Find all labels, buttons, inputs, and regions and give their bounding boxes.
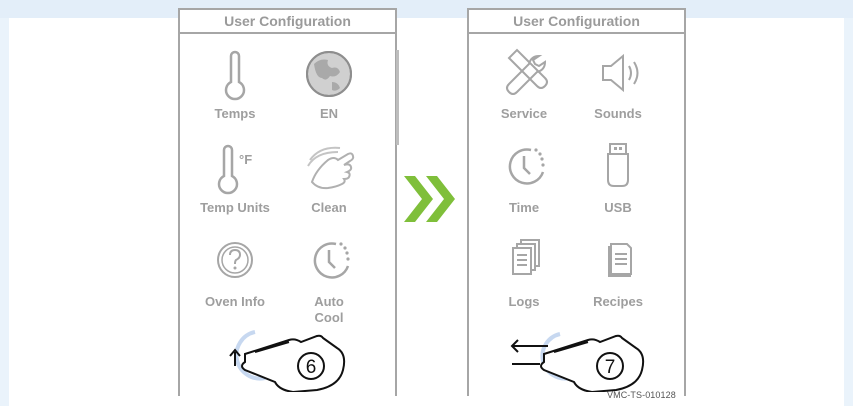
wiping-hand-icon (307, 146, 355, 190)
recipes-button[interactable]: Recipes (573, 232, 663, 320)
usb-button[interactable]: USB (573, 138, 663, 226)
screen-title: User Configuration (469, 10, 684, 34)
tile-label: Temp Units (200, 200, 270, 215)
double-chevron-right-icon (404, 176, 455, 222)
thermometer-icon (224, 50, 246, 101)
service-button[interactable]: Service (479, 44, 569, 132)
oven-info-button[interactable]: Oven Info (190, 232, 280, 320)
unit-glyph: °F (239, 152, 252, 167)
thermometer-fahrenheit-icon: °F (217, 144, 252, 195)
language-button[interactable]: EN (284, 44, 374, 132)
sounds-button[interactable]: Sounds (573, 44, 663, 132)
screen-title: User Configuration (180, 10, 395, 34)
recipe-document-icon (608, 243, 632, 277)
tap-back-gesture: 7 (510, 332, 645, 392)
time-button[interactable]: Time (479, 138, 569, 226)
tile-label: Time (508, 200, 540, 215)
instruction-figure: User Configuration Temps EN °F Temp Unit… (0, 0, 853, 406)
scrollbar[interactable] (396, 50, 399, 145)
tile-label: Sounds (594, 106, 642, 121)
tile-label: USB (604, 200, 632, 215)
tile-label: EN (319, 106, 339, 121)
tile-label: Logs (508, 294, 540, 309)
speaker-icon (602, 53, 639, 93)
step-number: 7 (605, 357, 616, 378)
wrench-screwdriver-icon (506, 48, 548, 95)
tile-label: Oven Info (205, 294, 265, 309)
temp-units-button[interactable]: °F Temp Units (190, 138, 280, 226)
usb-drive-icon (607, 143, 629, 187)
swipe-up-gesture: 6 (229, 330, 346, 392)
top-band (0, 0, 853, 18)
auto-cool-button[interactable]: Auto Cool (284, 232, 374, 325)
document-code: VMC-TS-010128 (607, 390, 676, 400)
clean-button[interactable]: Clean (284, 138, 374, 226)
clock-icon (313, 242, 350, 279)
question-circle-icon (217, 242, 253, 278)
temps-button[interactable]: Temps (190, 44, 280, 132)
logs-button[interactable]: Logs (479, 232, 569, 320)
tile-label: Service (500, 106, 548, 121)
tile-label: Recipes (593, 294, 643, 309)
clock-icon (508, 148, 545, 185)
tile-label: Temps (214, 106, 256, 121)
step-number: 6 (306, 357, 317, 378)
tile-label: Clean (311, 200, 347, 215)
stacked-documents-icon (512, 239, 540, 275)
globe-icon (306, 51, 352, 97)
